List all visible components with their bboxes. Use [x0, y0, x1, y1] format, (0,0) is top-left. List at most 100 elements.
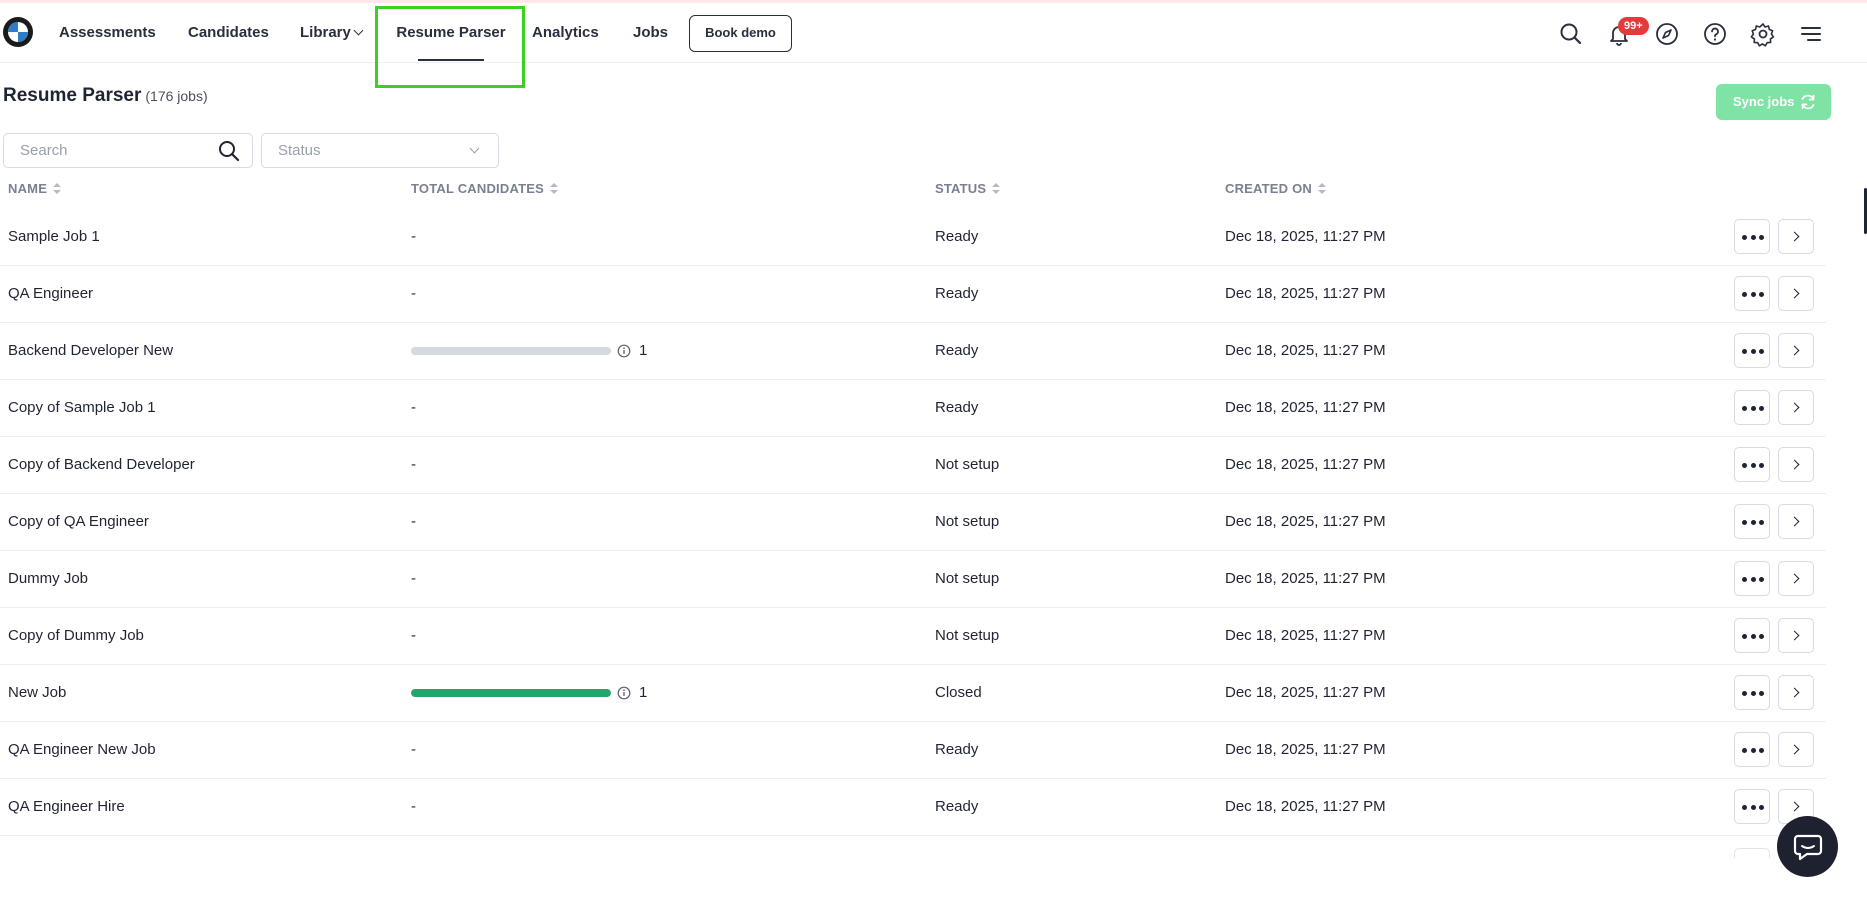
open-job-button[interactable] — [1778, 732, 1814, 767]
nav-resume-parser[interactable]: Resume Parser — [392, 3, 510, 63]
column-header-name[interactable]: NAME — [8, 181, 62, 196]
gear-icon[interactable] — [1749, 20, 1777, 48]
company-logo[interactable] — [3, 17, 33, 47]
table-row[interactable]: Sample Job 1 - Ready Dec 18, 2025, 11:27 PM — [0, 209, 1826, 266]
table-row[interactable]: QA Engineer Hire - Ready Dec 18, 2025, 11:2… — [0, 779, 1826, 836]
job-name[interactable]: Sample Job 1 — [8, 209, 100, 265]
job-name[interactable]: New Job — [8, 665, 66, 721]
book-demo-button[interactable]: Book demo — [689, 15, 792, 52]
open-job-button[interactable] — [1778, 675, 1814, 710]
compass-icon[interactable] — [1653, 20, 1681, 48]
info-icon[interactable] — [617, 344, 631, 358]
more-dots-icon — [1742, 577, 1764, 582]
table-row[interactable]: New Job 1 Closed Dec 18, 2025, 11:27 PM — [0, 665, 1826, 722]
total-candidates: - — [411, 456, 416, 473]
page-title: Resume Parser (176 jobs) — [3, 85, 208, 107]
more-actions-button[interactable] — [1734, 219, 1770, 254]
job-status: Closed — [935, 684, 982, 701]
sort-icon — [53, 183, 62, 195]
more-dots-icon — [1742, 349, 1764, 354]
sort-icon — [992, 183, 1001, 195]
open-job-button[interactable] — [1778, 618, 1814, 653]
more-actions-button[interactable] — [1734, 504, 1770, 539]
job-name[interactable]: Copy of Backend Developer — [8, 437, 195, 493]
job-status: Ready — [935, 399, 979, 416]
more-dots-icon — [1742, 235, 1764, 240]
more-dots-icon — [1742, 691, 1764, 696]
table-row[interactable]: QA Engineer New Job - Ready Dec 18, 2025, 1… — [0, 722, 1826, 779]
job-name[interactable]: Backend Developer New — [8, 323, 173, 379]
open-job-button[interactable] — [1778, 390, 1814, 425]
table-row[interactable]: Copy of QA Engineer - Not setup Dec 18, 202… — [0, 494, 1826, 551]
job-name[interactable]: Copy of Dummy Job — [8, 608, 144, 664]
nav-jobs[interactable]: Jobs — [633, 3, 668, 63]
created-on: Dec 18, 2025, 11:27 PM — [1225, 798, 1386, 815]
help-icon[interactable] — [1701, 20, 1729, 48]
open-job-button[interactable] — [1778, 504, 1814, 539]
table-row[interactable]: QA Engineer - Ready Dec 18, 2025, 11:27 PM — [0, 266, 1826, 323]
created-on: Dec 18, 2025, 11:27 PM — [1225, 741, 1386, 758]
created-on: Dec 18, 2025, 11:27 PM — [1225, 456, 1386, 473]
job-name[interactable]: QA Engineer — [8, 266, 93, 322]
job-status: Ready — [935, 741, 979, 758]
created-on: Dec 18, 2025, 11:27 PM — [1225, 570, 1386, 587]
column-header-total-candidates[interactable]: TOTAL CANDIDATES — [411, 181, 558, 196]
more-dots-icon — [1742, 748, 1764, 753]
jobs-count: (176 jobs) — [145, 88, 208, 104]
more-actions-button[interactable] — [1734, 789, 1770, 824]
job-name[interactable]: Dummy Job — [8, 551, 88, 607]
created-on: Dec 18, 2025, 11:27 PM — [1225, 513, 1386, 530]
job-name[interactable]: Copy of QA Engineer — [8, 494, 149, 550]
total-candidates: - — [411, 513, 416, 530]
open-job-button[interactable] — [1778, 561, 1814, 596]
table-row[interactable]: Dummy Job - Not setup Dec 18, 2025, 11:27 P… — [0, 551, 1826, 608]
sync-jobs-button[interactable]: Sync jobs — [1716, 84, 1831, 120]
total-candidates: - — [411, 399, 416, 416]
nav-library[interactable]: Library — [300, 3, 364, 63]
open-job-button[interactable] — [1778, 219, 1814, 254]
candidates-progress-bar — [411, 689, 611, 697]
chat-support-button[interactable] — [1777, 816, 1838, 877]
job-status: Not setup — [935, 570, 1000, 587]
more-actions-button[interactable] — [1734, 333, 1770, 368]
table-row[interactable]: Backend Developer New 1 Ready Dec 18, 2025,… — [0, 323, 1826, 380]
nav-candidates[interactable]: Candidates — [188, 3, 269, 63]
more-actions-button[interactable] — [1734, 561, 1770, 596]
open-job-button[interactable] — [1778, 447, 1814, 482]
column-header-created-on[interactable]: CREATED ON — [1225, 181, 1326, 196]
table-row[interactable]: Copy of Dummy Job - Not setup Dec 18, 2025,… — [0, 608, 1826, 665]
job-name[interactable]: QA Engineer New Job — [8, 722, 156, 778]
job-name[interactable]: Copy of Sample Job 1 — [8, 380, 156, 436]
sync-jobs-label: Sync jobs — [1733, 94, 1795, 109]
chevron-down-icon — [469, 143, 480, 154]
search-icon[interactable] — [1557, 20, 1585, 48]
table-row[interactable]: Copy of Backend Developer - Not setup Dec 1… — [0, 437, 1826, 494]
nav-assessments[interactable]: Assessments — [59, 3, 156, 63]
nav-analytics[interactable]: Analytics — [532, 3, 599, 63]
table-row[interactable]: Copy of Sample Job 1 - Ready Dec 18, 2025, … — [0, 380, 1826, 437]
partial-more-button — [1734, 848, 1770, 858]
column-header-status[interactable]: STATUS — [935, 181, 1001, 196]
search-input[interactable] — [4, 134, 214, 167]
more-actions-button[interactable] — [1734, 276, 1770, 311]
search-field[interactable] — [3, 133, 253, 168]
more-actions-button[interactable] — [1734, 732, 1770, 767]
total-candidates: - — [411, 627, 416, 644]
more-actions-button[interactable] — [1734, 618, 1770, 653]
menu-icon[interactable] — [1797, 20, 1825, 48]
more-actions-button[interactable] — [1734, 390, 1770, 425]
total-candidates: - — [411, 228, 416, 245]
open-job-button[interactable] — [1778, 333, 1814, 368]
more-dots-icon — [1742, 634, 1764, 639]
more-actions-button[interactable] — [1734, 447, 1770, 482]
notification-badge: 99+ — [1618, 17, 1649, 35]
info-icon[interactable] — [617, 686, 631, 700]
job-name[interactable]: QA Engineer Hire — [8, 779, 125, 835]
search-icon[interactable] — [218, 140, 240, 162]
more-actions-button[interactable] — [1734, 675, 1770, 710]
status-filter-select[interactable]: Status — [261, 133, 499, 168]
sort-icon — [1317, 183, 1326, 195]
candidates-count: 1 — [639, 684, 648, 701]
open-job-button[interactable] — [1778, 276, 1814, 311]
job-status: Ready — [935, 228, 979, 245]
